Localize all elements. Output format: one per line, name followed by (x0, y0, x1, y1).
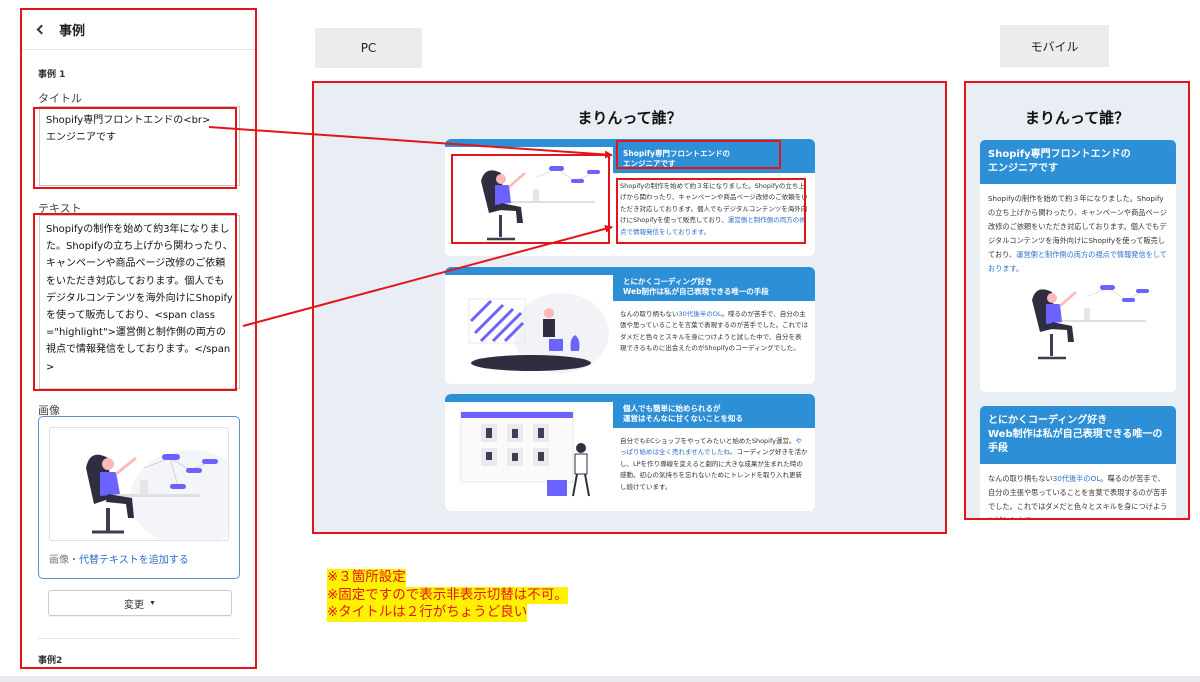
mobile-preview-heading: まりんって誰？ (1024, 109, 1130, 127)
notes: ※３箇所設定 ※固定ですので表示非表示切替は不可。 ※タイトルは２行がちょうど良… (327, 569, 568, 622)
text-highlight-box (33, 213, 237, 391)
mobile-card-1: Shopify専門フロントエンドの エンジニアです Shopifyの制作を始めて… (980, 140, 1176, 392)
section-label-case1: 事例 1 (38, 70, 66, 80)
editor-panel: 事例 事例 1 タイトル Shopify専門フロントエンドの<br> エンジニア… (20, 8, 257, 669)
bottom-divider (0, 676, 1200, 682)
note-1: ※３箇所設定 (327, 569, 406, 587)
mobile-card-1-title: Shopify専門フロントエンドの エンジニアです (980, 140, 1176, 184)
change-image-button[interactable]: 変更 ▼ (48, 590, 232, 616)
note-2: ※固定ですので表示非表示切替は不可。 (327, 586, 568, 605)
pc-card-2-text: なんの取り柄もない30代後半のOL。喋るのが苦手で、自分の主張や思っていることを… (620, 310, 808, 353)
add-alt-text-link[interactable]: 代替テキストを追加する (79, 555, 189, 566)
pc-preview: まりんって誰？ Shopify専門フロントエンドの エンジニアです Shopif… (312, 81, 947, 534)
editor-header: 事例 (22, 10, 255, 50)
image-thumbnail (49, 427, 229, 541)
tab-pc[interactable]: PC (315, 28, 422, 68)
mobile-preview: まりんって誰？ Shopify専門フロントエンドの エンジニアです Shopif… (964, 81, 1190, 520)
caret-down-icon: ▼ (149, 599, 156, 607)
mobile-card-2: とにかくコーディング好き Web制作は私が自己表現できる唯一の手段 なんの取り柄… (980, 406, 1176, 518)
image-caption: 画像・代替テキストを追加する (49, 555, 189, 566)
preview-heading: まりんって誰？ (577, 109, 682, 127)
pc-text-highlight-box (616, 178, 806, 244)
shop-illustration (451, 408, 611, 504)
section-divider (38, 638, 239, 639)
pc-card-2: とにかくコーディング好き Web制作は私が自己表現できる唯一の手段 なんの取り柄… (445, 267, 815, 384)
developer-illustration (86, 450, 228, 540)
title-highlight-box (33, 107, 237, 189)
mobile-card-1-text: Shopifyの制作を始めて約３年になりました。Shopifyの立ち上げから関わ… (988, 194, 1167, 274)
pc-card-3-title: 個人でも簡単に始められるが 運営はそんなに甘くないことを知る (613, 394, 815, 428)
image-picker[interactable]: 画像・代替テキストを追加する (38, 416, 240, 579)
note-3: ※タイトルは２行がちょうど良い (327, 604, 528, 622)
pc-title-highlight-box (616, 140, 781, 169)
section-label-case2[interactable]: 事例2 (38, 653, 62, 666)
pc-card-3-text: 自分でもECショップをやってみたいと始めたShopify運営。やっぱり始めは全く… (620, 437, 808, 491)
pc-card-2-title: とにかくコーディング好き Web制作は私が自己表現できる唯一の手段 (613, 267, 815, 301)
pc-image-highlight-box (451, 154, 610, 244)
pc-card-3: 個人でも簡単に始められるが 運営はそんなに甘くないことを知る 自分でもECショッ… (445, 394, 815, 511)
developer-illustration (1032, 285, 1149, 360)
tab-mobile[interactable]: モバイル (1000, 25, 1109, 67)
editor-title: 事例 (59, 24, 86, 39)
mobile-card-2-text: なんの取り柄もない30代後半のOL。喋るのが苦手で、自分の主張や思っていることを… (988, 474, 1168, 518)
artist-illustration (468, 293, 609, 373)
mobile-card-2-title: とにかくコーディング好き Web制作は私が自己表現できる唯一の手段 (980, 406, 1176, 464)
title-field-label: タイトル (38, 92, 82, 105)
chevron-left-icon[interactable] (36, 24, 47, 35)
